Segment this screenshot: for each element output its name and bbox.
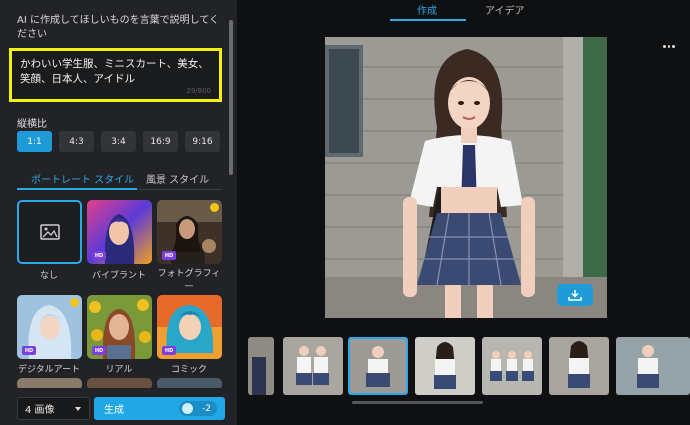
style-tab-indicator [17,188,137,190]
result-thumb-image [415,337,475,395]
hd-badge: HD [22,346,36,355]
ratio-4-3-button[interactable]: 4:3 [59,131,94,152]
generate-button[interactable]: 生成 -2 [94,397,225,420]
image-count-select[interactable]: 4 画像 [17,397,90,420]
result-thumb-selected[interactable] [348,337,408,395]
result-thumb[interactable] [415,337,475,395]
credit-cost-value: -2 [202,403,211,414]
prompt-char-count: 29/800 [186,87,211,95]
result-thumb-image [482,337,542,395]
hd-badge: HD [162,346,176,355]
style-none-label: なし [39,271,58,281]
image-placeholder-icon [39,224,60,240]
premium-crown-icon [70,298,79,307]
download-button[interactable] [557,284,593,306]
tab-portrait-style[interactable]: ポートレート スタイル [31,171,134,186]
style-photography-label: フォトグラフィ— [157,269,221,291]
result-thumb-image [283,337,343,395]
result-thumb[interactable] [283,337,343,395]
ratio-3-4-button[interactable]: 3:4 [101,131,136,152]
ratio-16-9-button[interactable]: 16:9 [143,131,178,152]
generated-image[interactable] [325,37,607,318]
style-digital-art-thumb[interactable]: HD [17,295,82,359]
style-real-label: リアル [105,365,133,375]
result-thumb[interactable] [616,337,690,395]
prompt-label: AI に作成してほしいものを言葉で説明してください [17,15,220,40]
app-window: AI に作成してほしいものを言葉で説明してください かわいい学生服、ミニスカート… [0,0,690,425]
result-thumb-image [616,337,690,395]
generate-label: 生成 [104,405,124,416]
generated-image-content [325,37,607,318]
hd-badge: HD [162,251,176,260]
tab-landscape-style[interactable]: 風景 スタイル [146,171,209,186]
style-photography-thumb[interactable]: HD [157,200,222,264]
thumbnail-strip-scrollbar[interactable] [352,401,483,404]
chevron-down-icon [75,407,81,411]
style-none-thumb[interactable] [17,200,82,264]
style-real-thumb[interactable]: HD [87,295,152,359]
result-thumb[interactable] [482,337,542,395]
tab-idea[interactable]: アイデア [485,2,525,17]
hd-badge: HD [92,346,106,355]
aspect-ratio-label: 縦横比 [17,119,47,130]
style-vibrant-label: バイブラント [91,271,146,281]
more-options-icon[interactable] [663,45,676,49]
ratio-1-1-button[interactable]: 1:1 [17,131,52,152]
result-thumb[interactable] [549,337,609,395]
style-vibrant-thumb[interactable]: HD [87,200,152,264]
prompt-text[interactable]: かわいい学生服、ミニスカート、美女、笑顔、日本人、アイドル [20,57,211,87]
ratio-9-16-button[interactable]: 9:16 [185,131,220,152]
image-count-value: 4 画像 [25,405,55,416]
premium-crown-icon [210,203,219,212]
credit-icon [182,403,193,414]
download-icon [568,290,582,301]
style-digital-art-label: デジタルアート [17,365,81,375]
style-comic-label: コミック [170,365,207,375]
style-comic-thumb[interactable]: HD [157,295,222,359]
result-thumb-image [549,337,609,395]
result-thumb-image [350,339,406,393]
result-thumb[interactable] [248,337,274,395]
tab-create[interactable]: 作成 [417,2,437,17]
result-thumb-image [248,337,274,395]
hd-badge: HD [92,251,106,260]
credit-cost-badge: -2 [179,401,217,416]
left-panel-scrollbar[interactable] [229,20,233,175]
prompt-input[interactable]: かわいい学生服、ミニスカート、美女、笑顔、日本人、アイドル 29/800 [9,48,222,102]
main-tab-indicator [390,19,466,21]
